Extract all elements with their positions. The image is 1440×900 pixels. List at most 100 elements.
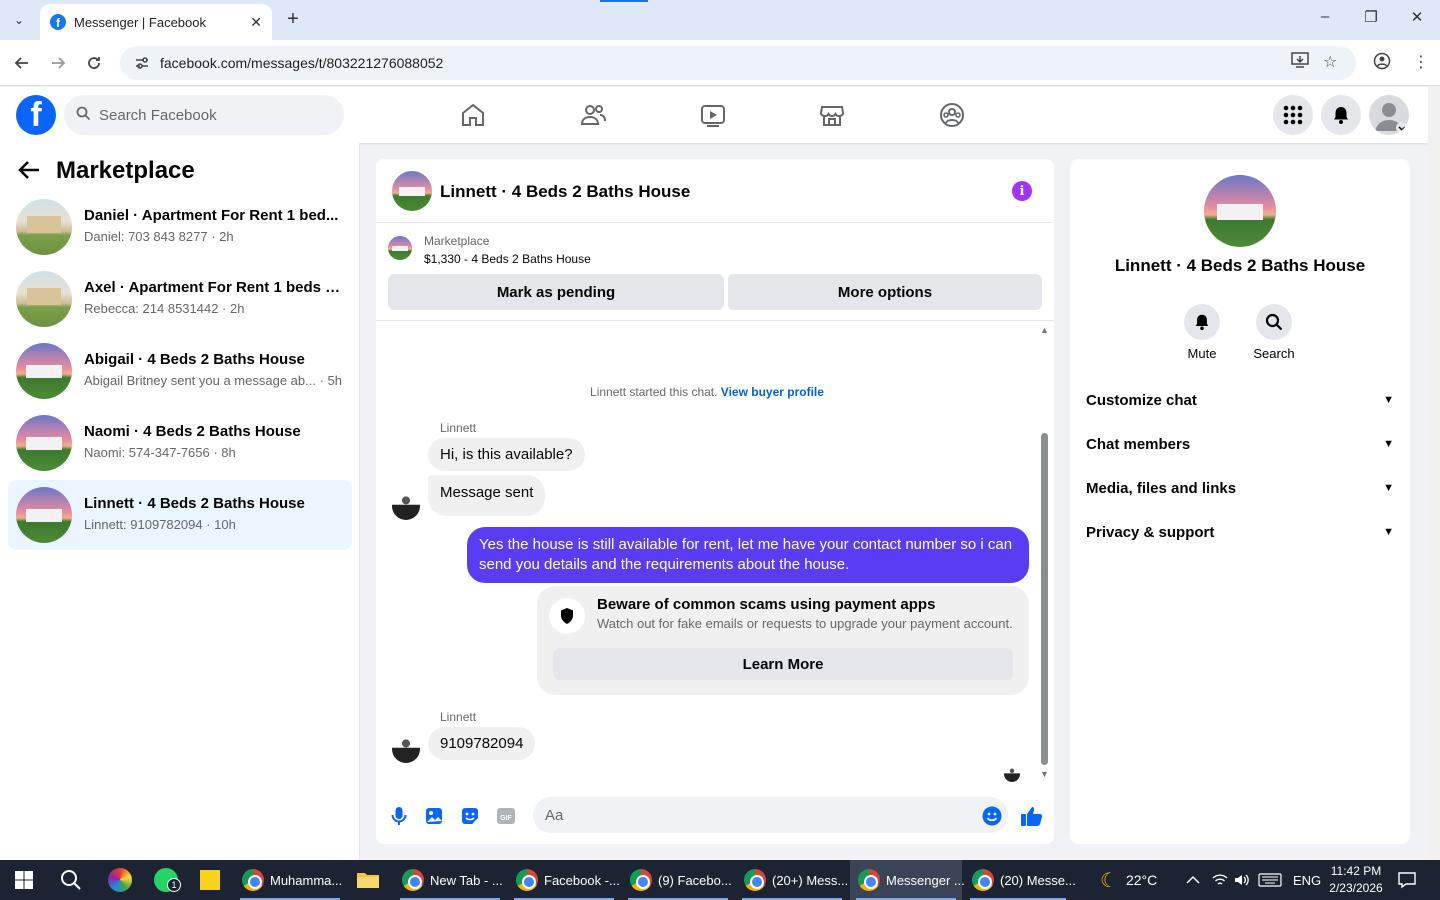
close-tab-icon[interactable]: ✕ [250, 14, 262, 31]
taskbar-chrome-window[interactable]: Facebook -... [508, 860, 620, 900]
mark-as-pending-button[interactable]: Mark as pending [388, 274, 724, 310]
new-tab-plus-icon[interactable]: + [282, 8, 304, 30]
view-buyer-profile-link[interactable]: View buyer profile [721, 385, 824, 399]
search-icon [76, 106, 91, 125]
notifications-bell-icon[interactable] [1321, 95, 1361, 135]
chat-title[interactable]: Linnett · 4 Beds 2 Baths House [440, 182, 690, 202]
message-bubble-outgoing[interactable]: Yes the house is still available for ren… [467, 527, 1029, 583]
conversation-item-active[interactable]: Linnett · 4 Beds 2 Baths House Linnett: … [8, 480, 352, 550]
sender-avatar[interactable] [392, 735, 420, 763]
taskbar-chrome-window[interactable]: Muhamma... [234, 860, 346, 900]
notifications-icon[interactable] [1398, 860, 1416, 900]
conversation-preview: Rebecca: 214 8531442 · 2h [84, 301, 245, 316]
chat-members-section[interactable]: Chat members ▼ [1086, 422, 1394, 466]
chat-header: Linnett · 4 Beds 2 Baths House i [376, 159, 1054, 223]
facebook-header: f Search Facebook [0, 87, 1428, 143]
reload-icon[interactable] [83, 52, 105, 74]
url-text: facebook.com/messages/t/803221276088052 [160, 55, 444, 71]
photo-icon[interactable] [423, 805, 445, 827]
search-icon[interactable] [60, 860, 82, 900]
url-field[interactable]: facebook.com/messages/t/803221276088052 [120, 46, 1356, 80]
friends-icon[interactable] [579, 101, 607, 129]
outgoing-text-line: Yes the house is still available for ren… [479, 536, 1013, 553]
scroll-down-arrow-icon[interactable]: ▼ [1040, 769, 1049, 779]
search-in-chat-button[interactable]: Search [1244, 304, 1304, 361]
menu-grid-icon[interactable] [1273, 95, 1313, 135]
browser-tab-messenger[interactable]: f Messenger | Facebook ✕ [40, 4, 272, 40]
tab-search-chevron-icon[interactable]: ⌄ [8, 9, 30, 31]
more-options-button[interactable]: More options [728, 274, 1042, 310]
whatsapp-icon[interactable]: 1 [154, 860, 181, 900]
search-facebook-input[interactable]: Search Facebook [64, 95, 344, 135]
close-window-icon[interactable]: ✕ [1407, 8, 1427, 26]
chat-scrollbar-thumb[interactable] [1041, 433, 1048, 765]
chrome-icon [242, 869, 264, 891]
color-app-icon[interactable] [108, 860, 132, 900]
weather-widget[interactable]: ☾ 22°C [1100, 860, 1157, 900]
install-app-icon[interactable] [1291, 52, 1309, 73]
site-info-icon[interactable] [134, 55, 150, 71]
conversation-item[interactable]: Abigail · 4 Beds 2 Baths House Abigail B… [8, 336, 352, 406]
start-windows-icon[interactable] [14, 860, 34, 900]
listing-thumbnail [16, 199, 72, 255]
microphone-icon[interactable] [388, 805, 410, 827]
taskbar-window-label: Facebook -... [544, 872, 620, 888]
customize-chat-section[interactable]: Customize chat ▼ [1086, 378, 1394, 422]
page-scrollbar[interactable] [1428, 87, 1440, 860]
thumbs-up-icon[interactable] [1020, 805, 1043, 827]
message-bubble-incoming[interactable]: Message sent [428, 475, 546, 516]
bookmark-star-icon[interactable]: ☆ [1323, 52, 1337, 72]
groups-icon[interactable] [938, 101, 966, 129]
facebook-logo-icon[interactable]: f [16, 95, 56, 135]
conversation-item[interactable]: Naomi · 4 Beds 2 Baths House Naomi: 574-… [8, 408, 352, 478]
video-icon[interactable] [699, 101, 727, 129]
system-clock[interactable]: 11:42 PM 2/23/2026 [1318, 863, 1394, 897]
media-files-links-section[interactable]: Media, files and links ▼ [1086, 466, 1394, 510]
taskbar-chrome-window[interactable]: New Tab - ... [394, 860, 506, 900]
message-bubble-incoming[interactable]: Hi, is this available? [428, 438, 585, 471]
marketplace-label: Marketplace [424, 234, 490, 248]
marketplace-listing-thumbnail [388, 236, 412, 260]
divider [376, 320, 1054, 321]
sticky-notes-icon[interactable] [200, 860, 220, 900]
home-icon[interactable] [459, 101, 487, 129]
marketplace-icon[interactable] [818, 101, 846, 129]
emoji-icon[interactable] [981, 805, 1003, 827]
keyboard-icon[interactable] [1258, 860, 1282, 900]
volume-icon[interactable] [1234, 860, 1250, 900]
account-avatar[interactable] [1369, 95, 1409, 135]
listing-price[interactable]: $1,330 - 4 Beds 2 Baths House [424, 252, 591, 266]
windows-taskbar: 1 Muhamma... New Tab - ... Facebook -...… [0, 860, 1440, 900]
taskbar-chrome-window[interactable]: (9) Facebo... [622, 860, 734, 900]
section-label: Customize chat [1086, 391, 1197, 409]
taskbar-chrome-window-active[interactable]: Messenger ... [850, 860, 965, 900]
learn-more-button[interactable]: Learn More [553, 648, 1013, 680]
conversation-item[interactable]: Axel · Apartment For Rent 1 beds 1... Re… [8, 264, 352, 334]
message-input[interactable]: Aa [533, 797, 1008, 833]
message-bubble-incoming[interactable]: 9109782094 [428, 727, 536, 760]
show-hidden-icons-chevron-icon[interactable] [1186, 860, 1200, 900]
privacy-support-section[interactable]: Privacy & support ▼ [1086, 510, 1394, 554]
minimize-icon[interactable]: – [1315, 8, 1335, 25]
file-explorer-icon[interactable] [356, 860, 380, 900]
taskbar-chrome-window[interactable]: (20+) Mess... [736, 860, 848, 900]
profile-icon[interactable] [1373, 52, 1391, 75]
browser-menu-icon[interactable]: ⋮ [1413, 52, 1429, 72]
language-indicator[interactable]: ENG [1293, 860, 1321, 900]
back-arrow-icon[interactable] [18, 159, 40, 187]
taskbar-chrome-window[interactable]: (20) Messe... [964, 860, 1076, 900]
forward-arrow-icon[interactable] [47, 52, 69, 74]
gif-icon[interactable]: GIF [495, 805, 517, 827]
wifi-icon[interactable] [1212, 860, 1228, 900]
conversation-item[interactable]: Daniel · Apartment For Rent 1 bed... Dan… [8, 192, 352, 262]
back-arrow-icon[interactable] [11, 52, 33, 74]
details-listing-photo[interactable] [1204, 175, 1276, 247]
search-placeholder: Search Facebook [99, 106, 217, 124]
sender-avatar[interactable] [392, 492, 420, 520]
chat-listing-thumbnail[interactable] [392, 171, 432, 211]
info-icon[interactable]: i [1012, 181, 1032, 201]
mute-button[interactable]: Mute [1172, 304, 1232, 361]
restore-icon[interactable]: ❐ [1361, 8, 1381, 26]
sticker-icon[interactable] [459, 805, 481, 827]
scroll-up-arrow-icon[interactable]: ▲ [1040, 325, 1049, 335]
